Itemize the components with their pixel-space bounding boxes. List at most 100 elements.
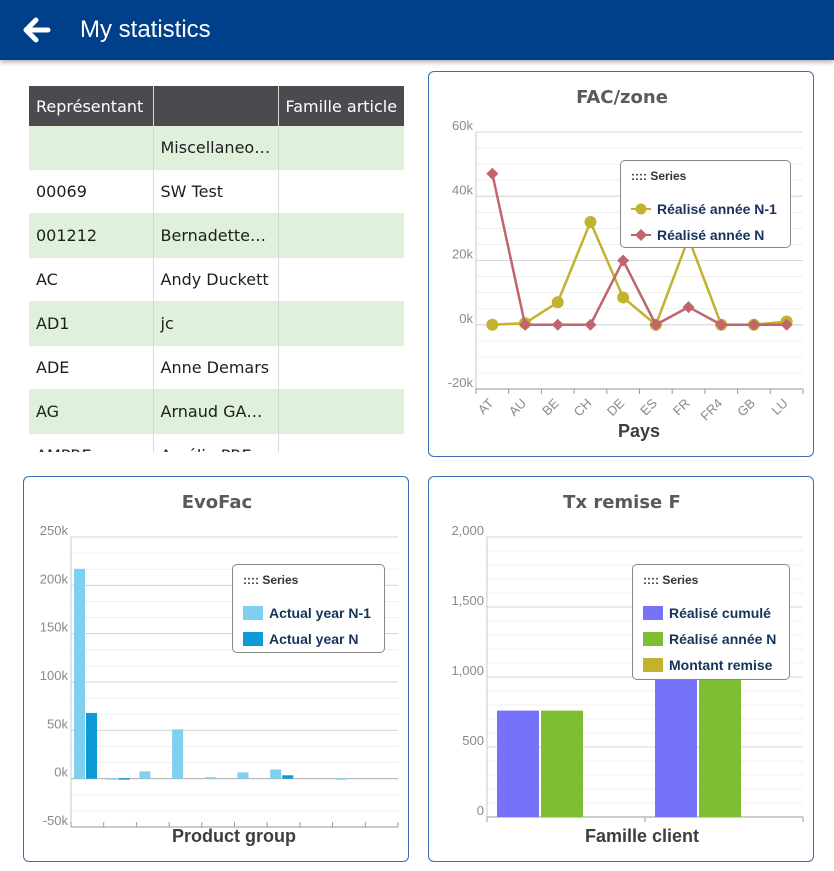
y-tick-label: 250k	[40, 523, 69, 538]
bar	[335, 778, 347, 780]
y-tick-label: -20k	[448, 375, 474, 390]
table-cell: Arnaud GAUT..	[153, 389, 279, 434]
bar	[204, 777, 216, 779]
x-axis-title: Famille client	[585, 826, 699, 846]
x-tick-label: CH	[571, 396, 595, 420]
table-cell: ADE	[29, 345, 154, 390]
x-tick-label: LU	[768, 396, 790, 418]
bar	[541, 710, 583, 817]
legend-swatch	[643, 606, 663, 620]
bar	[74, 568, 85, 779]
table-row[interactable]: AMPREAmélie PRES..	[29, 433, 404, 452]
x-tick-label: ES	[637, 395, 660, 418]
table-cell	[278, 301, 404, 346]
data-point	[584, 318, 597, 331]
table-row[interactable]: AD1 jc	[29, 301, 404, 346]
y-tick-label: 100k	[40, 668, 69, 683]
table-cell: AC	[29, 257, 154, 302]
x-tick-label: DE	[604, 395, 628, 419]
table-row[interactable]: ADE Anne Demars	[29, 345, 404, 390]
table-cell: Bernadette H..	[153, 213, 279, 258]
bar	[270, 769, 282, 779]
legend-label: Réalisé année N	[657, 227, 765, 243]
data-point	[551, 318, 564, 331]
bar	[86, 712, 97, 779]
x-axis-title: Pays	[618, 421, 660, 441]
data-point	[486, 167, 499, 180]
y-tick-label: 0k	[459, 311, 473, 326]
bar	[172, 729, 184, 779]
bar	[139, 771, 151, 779]
table-row[interactable]: 001212 Bernadette H..	[29, 213, 404, 258]
table-row[interactable]: AC Andy Duckett	[29, 257, 404, 302]
legend-swatch	[243, 632, 263, 646]
chart-title: Tx remise F	[563, 492, 681, 513]
representative-table[interactable]: Représentant Famille article Miscellaneo…	[29, 86, 404, 452]
legend-label: Montant remise	[669, 657, 773, 673]
legend-item[interactable]: Réalisé année N	[631, 225, 764, 245]
table-row[interactable]: AG Arnaud GAUT..	[29, 389, 404, 434]
data-point	[617, 291, 630, 304]
table-cell	[278, 169, 404, 214]
table-cell: Miscellaneou..	[153, 126, 279, 170]
y-tick-label: 1,500	[451, 593, 484, 608]
legend-item[interactable]: Réalisé année N-1	[631, 199, 777, 219]
back-button[interactable]	[18, 11, 56, 49]
arrow-left-icon	[23, 17, 51, 43]
data-point	[617, 254, 630, 267]
table-cell: SW Test	[153, 169, 279, 214]
evofac-chart: EvoFac 250k 200k 150k 100k 50k 0k -50k Product g…	[40, 492, 399, 846]
y-tick-label: 150k	[40, 620, 69, 635]
y-tick-label: -50k	[43, 813, 69, 828]
legend-swatch	[643, 658, 663, 672]
legend-label: Réalisé année N	[669, 631, 777, 647]
x-tick-label: GB	[734, 396, 758, 420]
table-cell: 001212	[29, 213, 154, 258]
legend-item[interactable]: Réalisé année N	[643, 629, 776, 649]
table-row[interactable]: 00069 SW Test	[29, 169, 404, 214]
bar	[237, 772, 249, 779]
chart-legend: :::: Series Réalisé cumulé Réalisé année…	[632, 564, 790, 680]
table-cell: Andy Duckett	[153, 257, 279, 302]
table-cell	[278, 126, 404, 170]
chart-legend: :::: Series Actual year N-1 Actual year …	[232, 564, 385, 653]
chart-card-tx-remise: Tx remise F 2,000 1,500 1,000 500 0 Famille cl…	[428, 476, 814, 862]
legend-item[interactable]: Actual year N-1	[243, 603, 371, 623]
x-tick-label: AT	[475, 395, 497, 417]
data-point	[486, 318, 499, 331]
column-header-representant[interactable]: Représentant	[29, 86, 154, 126]
legend-label: Actual year N-1	[269, 605, 371, 621]
y-tick-label: 0k	[54, 765, 68, 780]
table-cell: Amélie PRES..	[153, 433, 279, 452]
y-tick-label: 20k	[452, 247, 473, 262]
legend-label: Réalisé année N-1	[657, 201, 777, 217]
y-tick-label: 500	[462, 733, 484, 748]
data-point	[551, 296, 564, 309]
legend-item[interactable]: Actual year N	[243, 629, 358, 649]
bar	[699, 677, 741, 817]
table-cell: AG	[29, 389, 154, 434]
app-header: My statistics	[0, 0, 834, 60]
page-title: My statistics	[80, 16, 211, 43]
column-header-famille-article[interactable]: Famille article	[278, 86, 404, 126]
bar	[282, 775, 294, 779]
bar	[497, 710, 539, 817]
legend-label: Réalisé cumulé	[669, 605, 771, 621]
x-axis-title: Product group	[172, 826, 296, 846]
table-cell: AD1	[29, 301, 154, 346]
chart-card-fac-zone: FAC/zone 60k 40k 20k 0k -20k AT AU BE CH DE ES FR FR4…	[428, 71, 814, 457]
legend-swatch	[643, 632, 663, 646]
table-cell	[278, 433, 404, 452]
legend-item[interactable]: Montant remise	[643, 655, 772, 675]
table-row[interactable]: Miscellaneou..	[29, 126, 404, 170]
table-cell	[278, 257, 404, 302]
legend-item[interactable]: Réalisé cumulé	[643, 603, 771, 623]
x-tick-label: AU	[506, 396, 529, 419]
y-tick-label: 60k	[452, 118, 473, 133]
data-point	[682, 301, 695, 314]
column-header-name[interactable]	[153, 86, 279, 126]
x-tick-label: FR4	[697, 396, 725, 424]
table-cell: Anne Demars	[153, 345, 279, 390]
legend-title: :::: Series	[243, 573, 299, 587]
table-cell	[278, 345, 404, 390]
